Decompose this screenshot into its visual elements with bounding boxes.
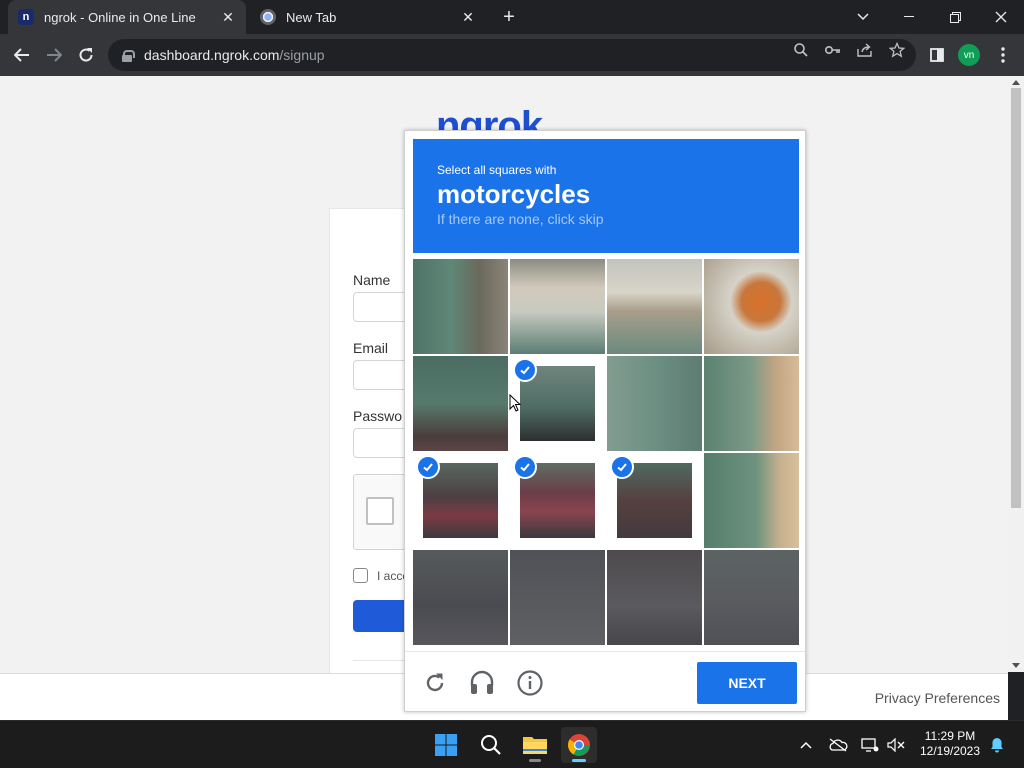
challenge-tile[interactable]: [413, 550, 508, 645]
search-page-icon[interactable]: [792, 41, 810, 59]
scroll-up-icon[interactable]: [1012, 80, 1020, 85]
taskbar: 11:29 PM 12/19/2023: [0, 720, 1024, 768]
scrollbar-thumb[interactable]: [1011, 88, 1021, 508]
show-hidden-icons-icon[interactable]: [796, 735, 816, 755]
chrome-favicon-icon: [260, 9, 276, 25]
challenge-hint: If there are none, click skip: [437, 211, 604, 227]
forward-icon[interactable]: [41, 42, 67, 68]
reload-challenge-icon[interactable]: [422, 670, 448, 696]
profile-avatar[interactable]: vn: [958, 44, 980, 66]
reload-icon[interactable]: [73, 42, 99, 68]
challenge-tile[interactable]: [704, 356, 799, 451]
name-label: Name: [353, 272, 391, 288]
browser-toolbar: dashboard.ngrok.com/signup vn: [0, 34, 1024, 76]
recaptcha-challenge: Select all squares with motorcycles If t…: [404, 130, 806, 712]
minimize-icon[interactable]: [886, 0, 932, 34]
challenge-image-grid: [413, 259, 799, 645]
challenge-tile[interactable]: [704, 550, 799, 645]
side-panel-icon[interactable]: [926, 44, 948, 66]
info-icon[interactable]: [517, 670, 543, 696]
file-explorer-icon[interactable]: [517, 727, 553, 763]
notification-bell-icon[interactable]: [987, 735, 1007, 755]
search-icon[interactable]: [473, 727, 509, 763]
volume-muted-icon[interactable]: [886, 735, 906, 755]
tab-strip: n ngrok - Online in One Line ✕ New Tab ✕…: [0, 0, 1024, 34]
mouse-cursor-icon: [509, 393, 522, 417]
menu-kebab-icon[interactable]: [992, 44, 1014, 66]
share-icon[interactable]: [856, 41, 874, 59]
challenge-instruction: Select all squares with: [437, 163, 557, 177]
email-label: Email: [353, 340, 389, 356]
close-tab-icon[interactable]: ✕: [220, 9, 236, 26]
page-scrollbar[interactable]: [1008, 76, 1024, 672]
challenge-tile[interactable]: [607, 550, 702, 645]
selected-check-icon: [513, 358, 537, 382]
tab-ngrok[interactable]: n ngrok - Online in One Line ✕: [8, 0, 246, 34]
url-host: dashboard.ngrok.com: [144, 47, 280, 63]
challenge-footer: NEXT: [405, 651, 805, 711]
onedrive-icon[interactable]: [828, 735, 848, 755]
ngrok-favicon-icon: n: [18, 9, 34, 25]
challenge-header: Select all squares with motorcycles If t…: [413, 139, 799, 253]
audio-challenge-icon[interactable]: [469, 670, 495, 696]
close-window-icon[interactable]: [978, 0, 1024, 34]
key-icon[interactable]: [824, 41, 842, 59]
network-icon[interactable]: [860, 735, 880, 755]
challenge-tile[interactable]: [607, 356, 702, 451]
recaptcha-checkbox[interactable]: [366, 497, 394, 525]
running-indicator: [529, 759, 541, 762]
selected-check-icon: [416, 455, 440, 479]
back-icon[interactable]: [9, 42, 35, 68]
tab-title: ngrok - Online in One Line: [44, 9, 196, 25]
agree-checkbox[interactable]: [353, 568, 368, 583]
tab-new-tab[interactable]: New Tab ✕: [250, 0, 486, 34]
clock-date: 12/19/2023: [919, 744, 981, 758]
close-tab-icon[interactable]: ✕: [460, 9, 476, 26]
password-label: Passwo: [353, 408, 403, 424]
privacy-preferences-link[interactable]: Privacy Preferences: [875, 690, 1000, 706]
challenge-tile[interactable]: [704, 259, 799, 354]
url-path: /signup: [279, 47, 325, 63]
challenge-tile[interactable]: [413, 259, 508, 354]
selected-check-icon: [610, 455, 634, 479]
chrome-icon[interactable]: [561, 727, 597, 763]
new-tab-button[interactable]: +: [497, 6, 521, 28]
challenge-tile[interactable]: [704, 453, 799, 548]
tab-search-icon[interactable]: [840, 0, 886, 34]
clock-time: 11:29 PM: [924, 729, 976, 743]
challenge-object: motorcycles: [437, 179, 591, 209]
tab-title: New Tab: [286, 9, 337, 25]
bookmark-star-icon[interactable]: [888, 41, 906, 59]
challenge-tile[interactable]: [413, 356, 508, 451]
next-button[interactable]: NEXT: [697, 662, 797, 704]
scroll-down-icon[interactable]: [1012, 663, 1020, 668]
challenge-tile[interactable]: [510, 259, 605, 354]
restore-icon[interactable]: [932, 0, 978, 34]
start-icon[interactable]: [428, 727, 464, 763]
challenge-tile[interactable]: [510, 550, 605, 645]
challenge-tile[interactable]: [607, 259, 702, 354]
selected-check-icon: [513, 455, 537, 479]
running-indicator: [572, 759, 586, 762]
system-clock[interactable]: 11:29 PM 12/19/2023: [912, 729, 988, 759]
lock-icon[interactable]: [122, 49, 135, 62]
